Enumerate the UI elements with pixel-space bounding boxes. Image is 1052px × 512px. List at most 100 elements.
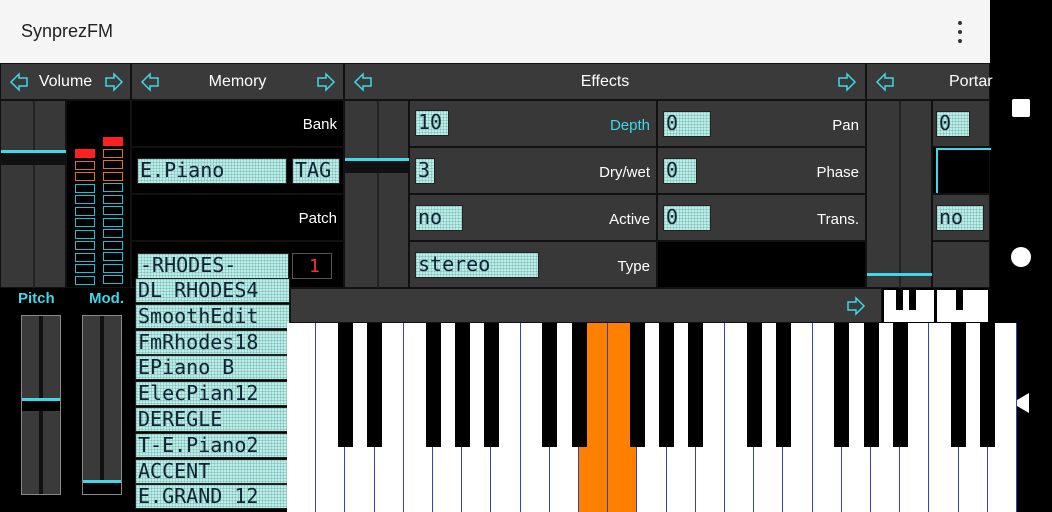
app-bar: SynprezFM xyxy=(0,0,990,63)
pitch-wheel[interactable] xyxy=(21,315,61,495)
overflow-menu-icon[interactable] xyxy=(950,18,970,46)
black-key[interactable] xyxy=(834,323,850,447)
meter-segment xyxy=(75,195,95,204)
active-row: no Active xyxy=(409,194,657,241)
bank-display[interactable]: E.Piano xyxy=(137,158,287,184)
effects-slider[interactable] xyxy=(344,100,410,289)
patch-list-item[interactable]: FmRhodes18 xyxy=(135,329,290,355)
octave-label: 2 xyxy=(345,326,353,341)
meter-segment xyxy=(75,218,95,227)
active-display[interactable]: no xyxy=(415,205,463,231)
memory-right-arrow-icon[interactable] xyxy=(316,72,336,92)
patch-list-item[interactable]: T-E.Piano2 xyxy=(135,432,290,458)
patch-number-display[interactable]: 1 xyxy=(292,253,332,279)
octave-label: 3 xyxy=(549,326,557,341)
meter-segment xyxy=(103,194,123,204)
black-key[interactable] xyxy=(542,323,558,447)
portamento-slider[interactable] xyxy=(866,100,933,289)
pitch-label: Pitch xyxy=(18,290,55,307)
bank-row: Bank xyxy=(131,100,344,147)
volume-slider[interactable] xyxy=(0,100,67,289)
effects-title: Effects xyxy=(580,73,630,90)
pan-label: Pan xyxy=(832,117,859,134)
meter-segment xyxy=(103,148,123,158)
black-key[interactable] xyxy=(629,323,645,447)
meter-segment xyxy=(75,160,95,170)
home-icon[interactable] xyxy=(1011,247,1031,267)
black-key[interactable] xyxy=(688,323,704,447)
black-key[interactable] xyxy=(454,323,470,447)
meter-segment xyxy=(75,241,95,250)
meter-segment xyxy=(75,275,95,285)
phase-display[interactable]: 0 xyxy=(663,158,697,184)
black-key[interactable] xyxy=(980,323,996,447)
patch-list-item[interactable]: SmoothEdit xyxy=(135,303,290,329)
drywet-display[interactable]: 3 xyxy=(415,158,435,184)
black-key[interactable] xyxy=(863,323,879,447)
trans-label: Trans. xyxy=(817,211,859,228)
meter-segment xyxy=(103,217,123,227)
black-key[interactable] xyxy=(425,323,441,447)
effects-empty-cell xyxy=(657,241,866,288)
piano-keyboard[interactable]: 2 3 4 5 xyxy=(287,323,1017,512)
meter-segment xyxy=(75,206,95,216)
meter-segment xyxy=(75,264,95,273)
meter-segment xyxy=(103,263,123,273)
meter-segment xyxy=(75,149,95,158)
volume-right-arrow-icon[interactable] xyxy=(104,72,124,92)
keyboard-overview[interactable] xyxy=(882,288,990,323)
portamento-display-1[interactable]: 0 xyxy=(936,111,970,137)
black-key[interactable] xyxy=(746,323,762,447)
black-key[interactable] xyxy=(892,323,908,447)
patch-list-item[interactable]: E.GRAND 12 xyxy=(135,484,290,510)
black-key[interactable] xyxy=(951,323,967,447)
white-key[interactable] xyxy=(287,323,317,512)
black-key[interactable] xyxy=(367,323,383,447)
patch-list-item[interactable]: DEREGLE xyxy=(135,407,290,432)
portamento-left-arrow-icon[interactable] xyxy=(875,72,895,92)
meter-segment xyxy=(103,160,123,169)
depth-display[interactable]: 10 xyxy=(415,110,449,136)
meter-segment xyxy=(103,137,123,146)
recents-icon[interactable] xyxy=(1012,99,1030,117)
meter-segment xyxy=(75,172,95,181)
tag-button[interactable]: TAG xyxy=(292,158,340,184)
type-row: stereo Type xyxy=(409,241,657,288)
meter-segment xyxy=(75,183,95,193)
meter-segment xyxy=(103,183,123,192)
patch-display[interactable]: -RHODES- xyxy=(137,253,289,279)
meter-segment xyxy=(103,275,123,284)
meter-segment xyxy=(103,206,123,215)
active-label: Active xyxy=(609,211,650,228)
octave-label: 4 xyxy=(754,326,762,341)
phase-row: 0 Phase xyxy=(657,147,866,194)
patch-number: 1 xyxy=(309,256,320,277)
black-key[interactable] xyxy=(483,323,499,447)
patch-list-item[interactable]: DL RHODES4 xyxy=(135,278,290,303)
meter-segment xyxy=(75,252,95,262)
bank-label: Bank xyxy=(302,116,337,133)
portamento-header: Portar xyxy=(866,63,993,100)
trans-row: 0 Trans. xyxy=(657,194,866,241)
black-key[interactable] xyxy=(775,323,791,447)
pan-row: 0 Pan xyxy=(657,100,866,147)
trans-display[interactable]: 0 xyxy=(663,205,711,231)
keyboard-right-arrow-icon[interactable] xyxy=(846,296,866,316)
portamento-row-4 xyxy=(932,241,990,288)
meter-segment xyxy=(75,229,95,239)
patch-list-item[interactable]: ACCENT xyxy=(135,458,290,484)
volume-meter xyxy=(66,100,131,288)
effects-right-arrow-icon[interactable] xyxy=(837,72,857,92)
patch-list-item[interactable]: EPiano B xyxy=(135,355,290,381)
pan-display[interactable]: 0 xyxy=(663,111,711,137)
black-key[interactable] xyxy=(571,323,587,447)
patch-list-item[interactable]: ElecPian12 xyxy=(135,381,290,407)
mod-wheel[interactable] xyxy=(82,315,122,495)
type-display[interactable]: stereo xyxy=(415,252,539,278)
portamento-row-1: 0 xyxy=(932,100,990,147)
portamento-display-2[interactable]: no xyxy=(936,205,984,231)
black-key[interactable] xyxy=(659,323,675,447)
depth-label: Depth xyxy=(609,117,650,134)
patch-list[interactable]: DL RHODES4 SmoothEdit FmRhodes18 EPiano B El… xyxy=(135,278,290,512)
black-key[interactable] xyxy=(337,323,353,447)
